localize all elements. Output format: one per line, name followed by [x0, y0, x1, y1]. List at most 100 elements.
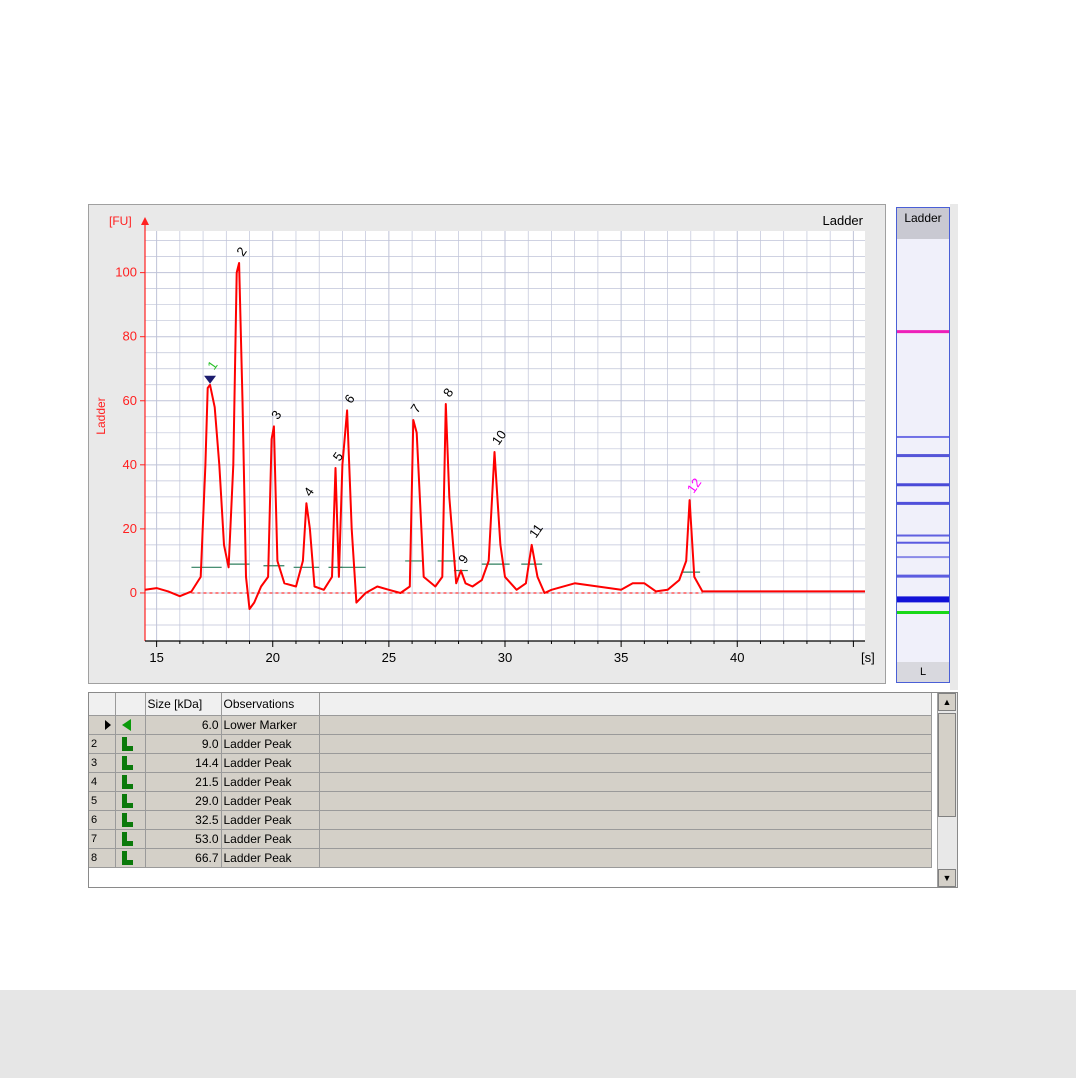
x-tick-label: 40	[730, 650, 744, 665]
size-cell[interactable]: 14.4	[145, 753, 222, 773]
gel-band	[897, 483, 949, 487]
filler-cell	[319, 772, 932, 792]
gel-band	[897, 435, 949, 438]
peak-type-cell	[115, 772, 146, 792]
size-cell[interactable]: 32.5	[145, 810, 222, 830]
table-row[interactable]: 6 32.5 Ladder Peak	[89, 810, 932, 830]
gel-band	[897, 534, 949, 537]
row-number[interactable]	[89, 715, 116, 735]
table-row[interactable]: 6.0 Lower Marker	[89, 715, 932, 735]
filler-cell	[319, 848, 932, 868]
y-axis-label: Ladder	[94, 397, 108, 434]
table-vertical-scrollbar[interactable]: ▲ ▼	[937, 693, 957, 887]
gel-lane-footer: L	[897, 662, 949, 682]
y-tick-label: 100	[115, 265, 137, 280]
size-cell[interactable]: 29.0	[145, 791, 222, 811]
y-tick-label: 80	[123, 329, 137, 344]
gel-lane-panel[interactable]: Ladder L	[896, 207, 950, 683]
y-tick-label: 0	[130, 585, 137, 600]
peak-type-cell	[115, 734, 146, 754]
size-cell[interactable]: 6.0	[145, 715, 222, 735]
size-cell[interactable]: 53.0	[145, 829, 222, 849]
column-header-filler	[319, 693, 932, 716]
ladder-peak-icon	[121, 831, 134, 846]
x-tick-label: 20	[266, 650, 280, 665]
gel-lane-header: Ladder	[897, 208, 949, 239]
gel-band	[897, 454, 949, 458]
filler-cell	[319, 829, 932, 849]
y-tick-label: 40	[123, 457, 137, 472]
observations-cell[interactable]: Ladder Peak	[221, 791, 320, 811]
ladder-peak-icon	[121, 850, 134, 865]
row-number[interactable]: 5	[89, 791, 116, 811]
filler-cell	[319, 791, 932, 811]
gel-lane-image	[897, 239, 949, 662]
x-tick-label: 25	[382, 650, 396, 665]
size-cell[interactable]: 66.7	[145, 848, 222, 868]
column-header-icon[interactable]	[115, 693, 146, 716]
observations-cell[interactable]: Lower Marker	[221, 715, 320, 735]
lower-marker-icon	[121, 719, 131, 732]
gel-band	[897, 501, 949, 505]
table-row[interactable]: 5 29.0 Ladder Peak	[89, 791, 932, 811]
scroll-thumb[interactable]	[938, 713, 956, 817]
ladder-peak-icon	[121, 774, 134, 789]
x-tick-label: 30	[498, 650, 512, 665]
table-row[interactable]: 2 9.0 Ladder Peak	[89, 734, 932, 754]
observations-cell[interactable]: Ladder Peak	[221, 734, 320, 754]
ladder-peak-icon	[121, 793, 134, 808]
row-number[interactable]: 3	[89, 753, 116, 773]
ladder-peak-icon	[121, 736, 134, 751]
row-number[interactable]: 8	[89, 848, 116, 868]
gel-band	[897, 611, 949, 615]
observations-cell[interactable]: Ladder Peak	[221, 810, 320, 830]
peak-type-cell	[115, 791, 146, 811]
observations-cell[interactable]: Ladder Peak	[221, 829, 320, 849]
y-tick-label: 60	[123, 393, 137, 408]
y-axis-arrow	[141, 217, 149, 225]
peak-type-cell	[115, 715, 146, 735]
size-cell[interactable]: 21.5	[145, 772, 222, 792]
table-row[interactable]: 8 66.7 Ladder Peak	[89, 848, 932, 868]
filler-cell	[319, 715, 932, 735]
electropherogram-chart[interactable]: 0 20 40 60 80 100 15 20 25 30 35 40 [FU] [s] Ladder Lad…	[89, 205, 885, 683]
scroll-up-button[interactable]: ▲	[938, 693, 956, 711]
gel-band	[897, 541, 949, 544]
peak-type-cell	[115, 829, 146, 849]
table-row[interactable]: 7 53.0 Ladder Peak	[89, 829, 932, 849]
column-header-size[interactable]: Size [kDa]	[145, 693, 222, 716]
scroll-down-button[interactable]: ▼	[938, 869, 956, 887]
gel-band	[897, 556, 949, 559]
observations-cell[interactable]: Ladder Peak	[221, 848, 320, 868]
ladder-peak-icon	[121, 755, 134, 770]
panel-splitter[interactable]	[950, 204, 958, 690]
x-unit-label: [s]	[861, 650, 875, 665]
peak-type-cell	[115, 810, 146, 830]
electropherogram-panel: 0 20 40 60 80 100 15 20 25 30 35 40 [FU] [s] Ladder Lad…	[88, 204, 886, 684]
gel-band	[897, 330, 949, 334]
observations-cell[interactable]: Ladder Peak	[221, 753, 320, 773]
row-number[interactable]: 6	[89, 810, 116, 830]
filler-cell	[319, 810, 932, 830]
size-cell[interactable]: 9.0	[145, 734, 222, 754]
x-tick-label: 15	[149, 650, 163, 665]
observations-cell[interactable]: Ladder Peak	[221, 772, 320, 792]
table-row[interactable]: 3 14.4 Ladder Peak	[89, 753, 932, 773]
chart-title: Ladder	[823, 213, 864, 228]
gel-band	[897, 574, 949, 578]
row-number[interactable]: 4	[89, 772, 116, 792]
filler-cell	[319, 753, 932, 773]
table-row[interactable]: 4 21.5 Ladder Peak	[89, 772, 932, 792]
y-tick-label: 20	[123, 521, 137, 536]
filler-cell	[319, 734, 932, 754]
column-header-row-number[interactable]	[89, 693, 116, 716]
current-row-arrow-icon	[105, 719, 111, 730]
row-number[interactable]: 2	[89, 734, 116, 754]
peak-type-cell	[115, 848, 146, 868]
row-number[interactable]: 7	[89, 829, 116, 849]
ladder-peak-icon	[121, 812, 134, 827]
column-header-observations[interactable]: Observations	[221, 693, 320, 716]
peak-table: Size [kDa] Observations 6.0 Lower Marker 2…	[88, 692, 958, 888]
gel-band	[897, 596, 949, 603]
footer-band	[0, 990, 1076, 1078]
